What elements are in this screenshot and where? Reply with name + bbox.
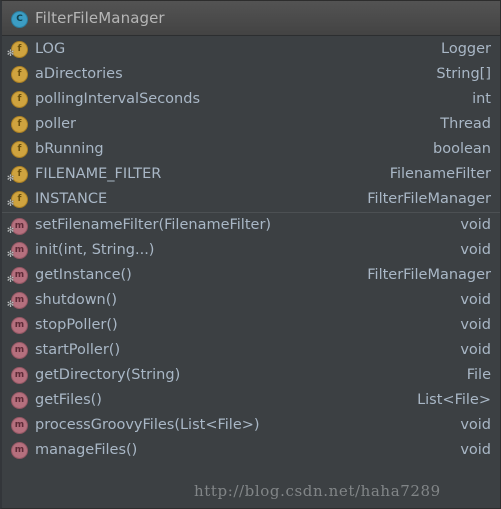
member-row[interactable]: m shutdown() void [2, 287, 500, 312]
member-type: FilenameFilter [389, 165, 491, 182]
member-type: void [460, 217, 491, 233]
member-type: int [472, 90, 491, 107]
method-icon: m [10, 291, 28, 309]
field-icon: f [10, 65, 28, 83]
method-icon: m [10, 266, 28, 284]
member-type: void [460, 291, 491, 308]
member-row[interactable]: m manageFiles() void [2, 437, 500, 462]
member-type: File [466, 366, 491, 383]
static-modifier-icon [6, 251, 15, 260]
member-name: stopPoller() [35, 316, 118, 333]
field-icon-glyph: f [11, 116, 28, 133]
member-row[interactable]: m processGroovyFiles(List<File>) void [2, 412, 500, 437]
member-type: FilterFileManager [367, 190, 491, 207]
member-name: pollingIntervalSeconds [35, 90, 201, 107]
member-row[interactable]: f pollingIntervalSeconds int [2, 86, 500, 111]
member-row[interactable]: f bRunning boolean [2, 136, 500, 161]
field-icon-glyph: f [11, 66, 28, 83]
structure-popup: C FilterFileManager f LOG Logger f aDirector… [0, 0, 501, 509]
field-icon: f [10, 190, 28, 208]
member-row[interactable]: m startPoller() void [2, 337, 500, 362]
field-icon: f [10, 140, 28, 158]
member-type: void [460, 441, 491, 458]
method-icon-glyph: m [11, 417, 28, 434]
member-type: void [460, 416, 491, 433]
member-name: LOG [35, 40, 66, 57]
field-icon: f [10, 115, 28, 133]
member-type: void [460, 241, 491, 258]
page-title: FilterFileManager [35, 9, 165, 27]
member-type: void [460, 341, 491, 358]
watermark-text: http://blog.csdn.net/haha7289 [194, 482, 441, 500]
method-icon-glyph: m [11, 342, 28, 359]
method-icon: m [10, 341, 28, 359]
method-icon-glyph: m [11, 442, 28, 459]
method-icon-glyph: m [11, 317, 28, 334]
member-name: aDirectories [35, 65, 123, 82]
member-name: bRunning [35, 140, 104, 157]
method-icon: m [10, 441, 28, 459]
method-icon: m [10, 217, 28, 235]
member-name: FILENAME_FILTER [35, 165, 162, 182]
method-icon: m [10, 366, 28, 384]
member-name: poller [35, 115, 77, 132]
method-icon: m [10, 391, 28, 409]
member-name: getInstance() [35, 266, 132, 283]
method-icon: m [10, 416, 28, 434]
member-type: FilterFileManager [367, 266, 491, 283]
class-icon-glyph: C [11, 10, 28, 28]
field-icon: f [10, 40, 28, 58]
field-icon-glyph: f [11, 141, 28, 158]
static-modifier-icon [6, 227, 15, 236]
static-modifier-icon [6, 200, 15, 209]
member-name: init(int, String...) [35, 241, 155, 258]
member-row[interactable]: m getDirectory(String) File [2, 362, 500, 387]
static-modifier-icon [6, 276, 15, 285]
member-row[interactable]: f poller Thread [2, 111, 500, 136]
member-name: INSTANCE [35, 190, 108, 207]
member-row[interactable]: m init(int, String...) void [2, 237, 500, 262]
member-row[interactable]: m getInstance() FilterFileManager [2, 262, 500, 287]
member-row[interactable]: m getFiles() List<File> [2, 387, 500, 412]
member-row[interactable]: m setFilenameFilter(FilenameFilter) void [2, 212, 500, 237]
member-name: startPoller() [35, 341, 121, 358]
method-icon: m [10, 316, 28, 334]
method-icon-glyph: m [11, 392, 28, 409]
class-icon: C [10, 10, 28, 28]
member-name: getFiles() [35, 391, 102, 408]
member-type: String[] [436, 65, 491, 82]
member-type: void [460, 316, 491, 333]
member-row[interactable]: f aDirectories String[] [2, 61, 500, 86]
popup-header: C FilterFileManager [2, 1, 500, 36]
member-name: shutdown() [35, 291, 118, 308]
static-modifier-icon [6, 50, 15, 59]
member-name: setFilenameFilter(FilenameFilter) [35, 217, 272, 233]
member-name: getDirectory(String) [35, 366, 181, 383]
member-type: Thread [440, 115, 491, 132]
method-icon: m [10, 241, 28, 259]
field-icon-glyph: f [11, 91, 28, 108]
field-icon: f [10, 165, 28, 183]
static-modifier-icon [6, 301, 15, 310]
member-row[interactable]: f INSTANCE FilterFileManager [2, 186, 500, 211]
field-icon: f [10, 90, 28, 108]
method-icon-glyph: m [11, 367, 28, 384]
member-type: boolean [433, 140, 491, 157]
member-row[interactable]: f FILENAME_FILTER FilenameFilter [2, 161, 500, 186]
static-modifier-icon [6, 175, 15, 184]
member-list: f LOG Logger f aDirectories String[] f pollingI… [2, 36, 500, 462]
member-name: manageFiles() [35, 441, 138, 458]
member-row[interactable]: f LOG Logger [2, 36, 500, 61]
member-name: processGroovyFiles(List<File>) [35, 416, 260, 433]
member-row[interactable]: m stopPoller() void [2, 312, 500, 337]
member-type: List<File> [417, 391, 491, 408]
member-type: Logger [441, 40, 491, 57]
